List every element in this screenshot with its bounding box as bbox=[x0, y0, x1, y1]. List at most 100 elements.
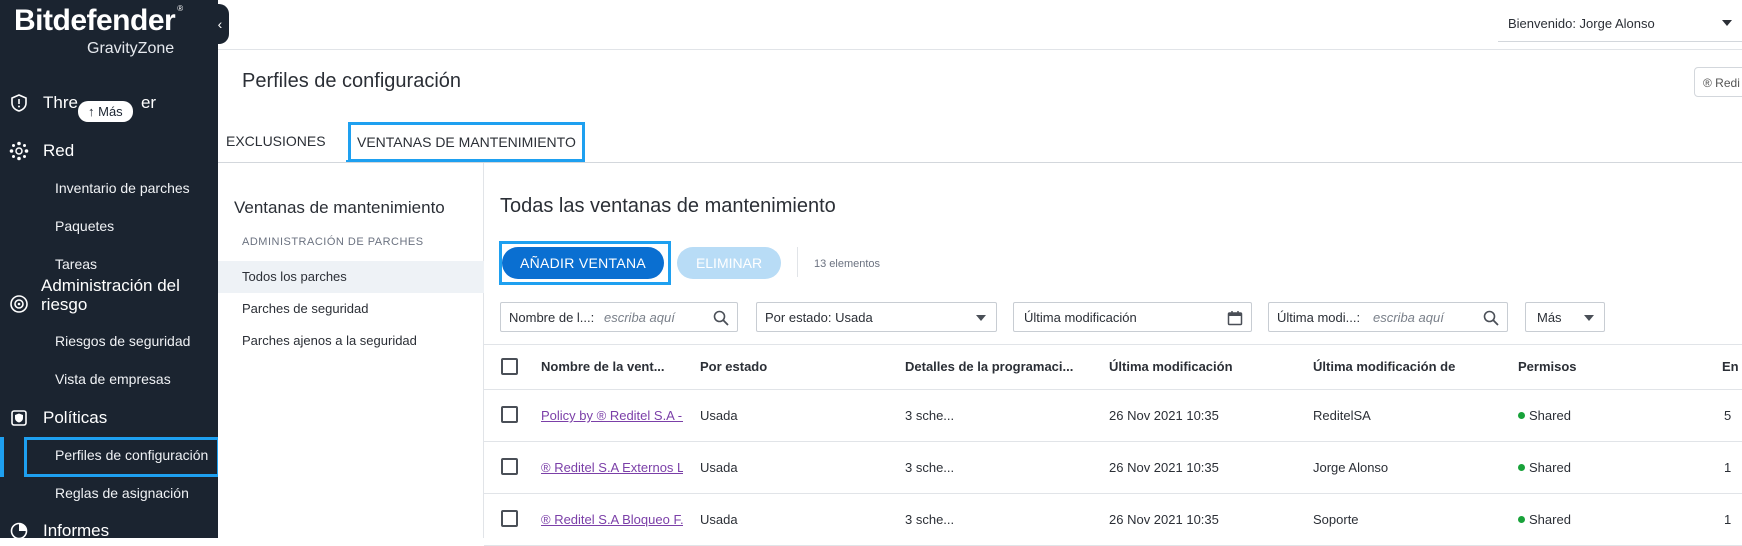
modified-date-label: Última modificación bbox=[1024, 310, 1137, 325]
nav-informes-label: Informes bbox=[43, 521, 110, 538]
chevron-down-icon bbox=[1584, 315, 1594, 321]
column-header-en[interactable]: En bbox=[1722, 359, 1739, 374]
row-permissions-label: Shared bbox=[1529, 408, 1571, 423]
add-window-button[interactable]: AÑADIR VENTANA bbox=[502, 247, 664, 279]
nav-paquetes[interactable]: Paquetes bbox=[55, 218, 114, 234]
modified-by-label: Última modi...: bbox=[1277, 310, 1361, 325]
more-filters-label: Más bbox=[1537, 310, 1562, 325]
nav-riesgo-line2: riesgo bbox=[41, 295, 88, 314]
more-tooltip[interactable]: ↑ Más bbox=[78, 101, 133, 122]
name-filter[interactable]: Nombre de l...: escriba aquí bbox=[500, 302, 738, 332]
sidebar-collapse-button[interactable]: ‹ bbox=[211, 4, 229, 44]
item-count: 13 elementos bbox=[814, 258, 881, 270]
select-all-checkbox[interactable] bbox=[501, 358, 518, 375]
row-permissions: Shared bbox=[1518, 460, 1571, 475]
row-state: Usada bbox=[700, 512, 738, 527]
shared-status-dot bbox=[1518, 516, 1525, 523]
row-checkbox[interactable] bbox=[501, 510, 518, 527]
row-modified-by: ReditelSA bbox=[1313, 408, 1371, 423]
row-modified-by: Jorge Alonso bbox=[1313, 460, 1389, 475]
nav-active-indicator bbox=[0, 437, 4, 477]
table-row[interactable]: Policy by ® Reditel S.A - ... Usada 3 sc… bbox=[484, 390, 1742, 442]
main-title: Todas las ventanas de mantenimiento bbox=[500, 195, 836, 217]
column-header-permissions[interactable]: Permisos bbox=[1518, 359, 1577, 374]
risk-icon bbox=[9, 294, 29, 314]
shared-status-dot bbox=[1518, 412, 1525, 419]
reports-icon bbox=[9, 521, 29, 538]
column-header-modified-by[interactable]: Última modificación de bbox=[1313, 359, 1455, 374]
subnav-parches-ajenos[interactable]: Parches ajenos a la seguridad bbox=[218, 325, 484, 357]
state-filter[interactable]: Por estado: Usada bbox=[756, 302, 997, 332]
nav-politicas[interactable]: Políticas bbox=[0, 408, 107, 428]
nav-vista-empresas[interactable]: Vista de empresas bbox=[55, 371, 171, 387]
nav-administracion-riesgo[interactable]: Administración del riesgo bbox=[0, 276, 180, 314]
subnav-todos-parches[interactable]: Todos los parches bbox=[218, 261, 484, 293]
row-permissions: Shared bbox=[1518, 408, 1571, 423]
row-checkbox[interactable] bbox=[501, 406, 518, 423]
row-permissions-label: Shared bbox=[1529, 460, 1571, 475]
bitdefender-logo[interactable]: Bitdefender ® GravityZone bbox=[14, 4, 184, 57]
page-title: Perfiles de configuración bbox=[242, 70, 462, 92]
row-count: 1 bbox=[1724, 460, 1732, 475]
modified-by-filter[interactable]: Última modi...: escriba aquí bbox=[1268, 302, 1508, 332]
nav-threat-hunter-label-a: Thre bbox=[43, 93, 78, 112]
row-schedule: 3 sche... bbox=[905, 460, 955, 475]
row-state: Usada bbox=[700, 460, 738, 475]
chevron-down-icon bbox=[1722, 20, 1732, 26]
nav-politicas-label: Políticas bbox=[43, 408, 108, 427]
row-name-link[interactable]: Policy by ® Reditel S.A - ... bbox=[541, 408, 683, 423]
row-checkbox[interactable] bbox=[501, 458, 518, 475]
shared-status-dot bbox=[1518, 464, 1525, 471]
nav-riesgo-line1: Administración del bbox=[41, 276, 180, 295]
more-filters-dropdown[interactable]: Más bbox=[1525, 302, 1605, 332]
column-header-state[interactable]: Por estado bbox=[700, 359, 767, 374]
row-count: 1 bbox=[1724, 512, 1732, 527]
product-name: GravityZone bbox=[87, 40, 175, 57]
column-header-name[interactable]: Nombre de la vent... bbox=[541, 359, 665, 374]
search-icon[interactable] bbox=[713, 310, 729, 326]
nav-red-label: Red bbox=[43, 141, 75, 160]
row-schedule: 3 sche... bbox=[905, 512, 955, 527]
toolbar-divider bbox=[797, 247, 798, 277]
company-selector[interactable]: ® Redi bbox=[1694, 67, 1742, 97]
calendar-icon[interactable] bbox=[1227, 310, 1243, 326]
table-row[interactable]: ® Reditel S.A Bloqueo F... Usada 3 sche.… bbox=[484, 494, 1742, 546]
row-modified-by: Soporte bbox=[1313, 512, 1359, 527]
nav-reglas-asignacion[interactable]: Reglas de asignación bbox=[55, 485, 189, 501]
row-permissions-label: Shared bbox=[1529, 512, 1571, 527]
tab-ventanas-mantenimiento[interactable]: VENTANAS DE MANTENIMIENTO bbox=[348, 122, 585, 162]
column-header-modified[interactable]: Última modificación bbox=[1109, 359, 1233, 374]
row-count: 5 bbox=[1724, 408, 1732, 423]
state-filter-label: Por estado: Usada bbox=[765, 310, 873, 325]
subnav-panel: Ventanas de mantenimiento ADMINISTRACIÓN… bbox=[218, 163, 484, 538]
nav-inventario-parches[interactable]: Inventario de parches bbox=[55, 180, 190, 196]
table-row[interactable]: ® Reditel S.A Externos L... Usada 3 sche… bbox=[484, 442, 1742, 494]
sidebar: Bitdefender ® GravityZone Thre er ↑ Más R… bbox=[0, 0, 218, 538]
nav-tareas[interactable]: Tareas bbox=[55, 256, 97, 272]
chevron-down-icon bbox=[976, 315, 986, 321]
nav-informes[interactable]: Informes bbox=[0, 521, 109, 538]
brand-registered: ® bbox=[177, 4, 184, 13]
column-header-schedule[interactable]: Detalles de la programaci... bbox=[905, 359, 1073, 374]
nav-perfiles-configuracion[interactable]: Perfiles de configuración bbox=[55, 447, 208, 463]
row-name-link[interactable]: ® Reditel S.A Externos L... bbox=[541, 460, 683, 475]
subnav-parches-seguridad[interactable]: Parches de seguridad bbox=[218, 293, 484, 325]
search-icon[interactable] bbox=[1483, 310, 1499, 326]
row-modified: 26 Nov 2021 10:35 bbox=[1109, 408, 1219, 423]
nav-riesgos-seguridad[interactable]: Riesgos de seguridad bbox=[55, 333, 190, 349]
modified-date-filter[interactable]: Última modificación bbox=[1013, 302, 1252, 332]
delete-button[interactable]: ELIMINAR bbox=[677, 247, 781, 279]
tab-bar: EXCLUSIONES VENTANAS DE MANTENIMIENTO bbox=[218, 120, 1742, 163]
welcome-text: Bienvenido: Jorge Alonso bbox=[1508, 16, 1655, 31]
row-permissions: Shared bbox=[1518, 512, 1571, 527]
row-name-link[interactable]: ® Reditel S.A Bloqueo F... bbox=[541, 512, 683, 527]
tab-exclusiones[interactable]: EXCLUSIONES bbox=[226, 120, 326, 162]
user-menu[interactable]: Bienvenido: Jorge Alonso bbox=[1498, 14, 1742, 42]
brand-name: Bitdefender bbox=[14, 4, 176, 37]
subnav-title: Ventanas de mantenimiento bbox=[234, 198, 445, 217]
shield-icon bbox=[9, 93, 29, 113]
nav-red[interactable]: Red bbox=[0, 141, 74, 161]
row-state: Usada bbox=[700, 408, 738, 423]
table-header: Nombre de la vent... Por estado Detalles… bbox=[484, 344, 1742, 390]
row-modified: 26 Nov 2021 10:35 bbox=[1109, 512, 1219, 527]
